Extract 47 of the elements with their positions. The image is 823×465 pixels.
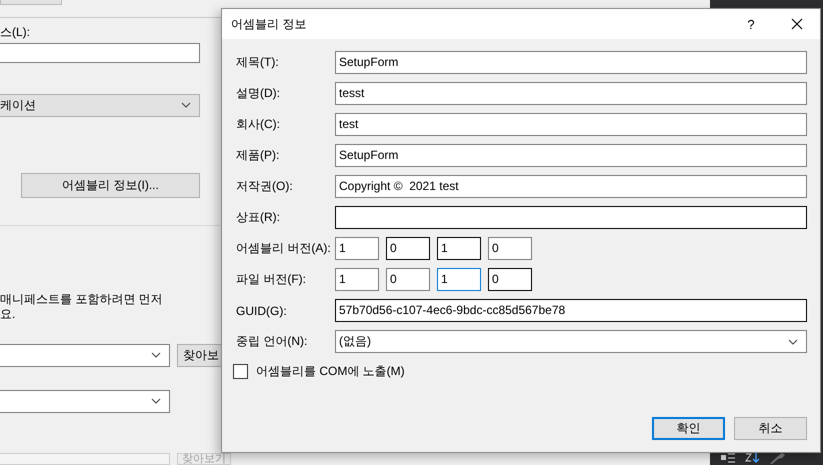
field-label: 설명(D): (236, 85, 281, 102)
manifest-note: 매니페스트를 포함하려면 먼저 (0, 292, 163, 307)
type-dropdown[interactable]: 케이션 (0, 94, 200, 117)
help-button[interactable]: ? (728, 9, 774, 39)
chevron-icon (151, 398, 161, 404)
cancel-button[interactable]: 취소 (734, 417, 807, 440)
version-field[interactable]: 1 (437, 268, 481, 291)
chevron-icon (151, 352, 161, 358)
field-label: 회사(C): (236, 116, 281, 133)
list-icon[interactable] (720, 452, 736, 464)
field-label: 파일 버전(F): (236, 271, 307, 288)
version-field[interactable]: 0 (488, 268, 532, 291)
field-label: 상표(R): (236, 209, 281, 226)
version-field[interactable]: 0 (386, 268, 430, 291)
version-field[interactable]: 1 (335, 237, 379, 260)
window-title: 어셈블리 정보 (231, 16, 308, 32)
text-field[interactable] (335, 206, 807, 229)
field-label: 어셈블리 버전(A): (236, 240, 332, 257)
text-field[interactable]: SetupForm (335, 51, 807, 74)
field-label: 제품(P): (236, 147, 280, 164)
version-field[interactable]: 1 (335, 268, 379, 291)
manifest-note: 요. (0, 306, 16, 322)
input-field[interactable] (0, 42, 200, 64)
field-label: 저작권(O): (236, 178, 294, 195)
manifest-dropdown[interactable] (0, 344, 170, 367)
chevron-icon (181, 102, 191, 108)
text-field[interactable]: test (335, 113, 807, 136)
text-field[interactable]: tesst (335, 82, 807, 105)
close-icon (791, 18, 803, 30)
version-field[interactable]: 0 (386, 237, 430, 260)
ok-button[interactable]: 확인 (652, 417, 725, 440)
text-field[interactable]: Copyright © 2021 test (335, 175, 807, 198)
input-field[interactable] (0, 452, 170, 465)
assembly-info-button[interactable]: 어셈블리 정보(I)... (21, 172, 200, 198)
text-field[interactable]: 57b70d56-c107-4ec6-9bdc-cc85d567be78 (335, 299, 807, 322)
icon-dropdown[interactable] (0, 390, 170, 413)
field-label: 제목(T): (236, 54, 280, 71)
sort-icon[interactable] (744, 452, 760, 464)
field-label: 중립 언어(N): (236, 333, 308, 350)
chevron-icon (788, 338, 798, 344)
checkbox[interactable] (233, 364, 248, 379)
checkbox-label: 어셈블리를 COM에 노출(M) (256, 363, 405, 380)
field-label: GUID(G): (236, 304, 288, 318)
version-field[interactable]: 0 (488, 237, 532, 260)
text-field[interactable]: SetupForm (335, 144, 807, 167)
language-dropdown[interactable]: (없음) (335, 330, 807, 353)
version-field[interactable]: 1 (437, 237, 481, 260)
